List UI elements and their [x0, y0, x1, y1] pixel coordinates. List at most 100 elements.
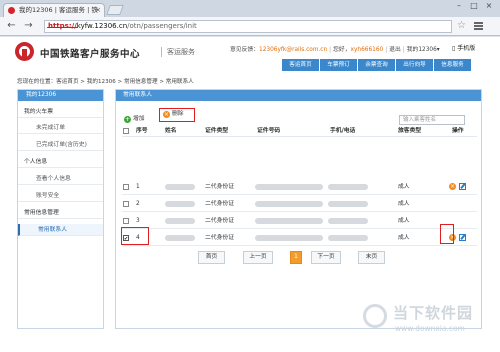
tab-close-icon[interactable]: ×: [95, 4, 101, 16]
table-row[interactable]: 2 二代身份证 成人: [122, 196, 477, 212]
row-checkbox[interactable]: [123, 218, 129, 224]
edit-row-icon[interactable]: [459, 234, 466, 241]
sidebar-title: 我的12306: [18, 90, 103, 101]
watermark-logo: [363, 304, 387, 328]
redacted-name: [165, 184, 195, 190]
last-page-button[interactable]: 末页: [358, 251, 385, 264]
sidebar-item-account-security[interactable]: 账号安全: [18, 190, 103, 202]
col-id-number: 证件号码: [257, 128, 281, 134]
first-page-button[interactable]: 首页: [198, 251, 225, 264]
panel-title: 常用联系人: [116, 90, 481, 101]
bookmark-star-icon[interactable]: ☆: [457, 20, 466, 31]
nav-ticket-query[interactable]: 余票查询: [358, 59, 395, 71]
redacted-id-number: [255, 218, 323, 224]
sidebar-group-my-tickets[interactable]: 我的火车票: [18, 106, 103, 118]
nav-info-service[interactable]: 信息服务: [434, 59, 471, 71]
feedback-email-link[interactable]: 12306yfk@rails.com.cn: [259, 47, 327, 53]
sidebar-group-personal-info[interactable]: 个人信息: [18, 156, 103, 168]
delete-contact-button[interactable]: × 删除: [159, 108, 195, 122]
web-page: 中国铁路客户服务中心 客运服务 意见反馈：12306yfk@rails.com.…: [0, 37, 500, 352]
back-arrow-icon[interactable]: ←: [5, 20, 18, 33]
prev-page-button[interactable]: 上一页: [243, 251, 273, 264]
table-row[interactable]: 4 二代身份证 成人 ×: [122, 230, 477, 247]
address-bar: ← → https://kyfw.12306.cn/otn/passengers…: [0, 17, 500, 36]
table-header: 序号 姓名 证件类型 证件号码 手机/电话 旅客类型 操作: [122, 126, 477, 137]
nav-home[interactable]: 客运首页: [282, 59, 319, 71]
minimize-button[interactable]: –: [452, 1, 466, 10]
tab-title: 我的12306 | 客运服务 | 铁: [19, 6, 98, 14]
row-passenger-type: 成人: [398, 201, 410, 207]
redacted-id-number: [255, 235, 323, 241]
row-id-type: 二代身份证: [205, 235, 234, 241]
tab-bar: 我的12306 | 客运服务 | 铁 × – □ ×: [0, 0, 500, 17]
row-passenger-type: 成人: [398, 184, 410, 190]
row-index: 1: [136, 184, 140, 190]
current-page[interactable]: 1: [290, 251, 302, 264]
url-field[interactable]: https://kyfw.12306.cn/otn/passengers/ini…: [44, 20, 452, 33]
row-id-type: 二代身份证: [205, 201, 234, 207]
url-host: kyfw.12306.cn: [76, 22, 128, 30]
col-id-type: 证件类型: [205, 128, 229, 134]
col-phone: 手机/电话: [330, 128, 356, 134]
url-protocol: https://: [48, 22, 77, 30]
sidebar-item-view-profile[interactable]: 查看个人信息: [18, 173, 103, 185]
site-subtitle: 客运服务: [161, 47, 195, 57]
delete-row-icon[interactable]: ×: [449, 183, 456, 190]
forward-arrow-icon[interactable]: →: [22, 20, 35, 33]
col-name: 姓名: [165, 128, 177, 134]
username-link[interactable]: xyh666160: [351, 47, 384, 53]
browser-tab[interactable]: 我的12306 | 客运服务 | 铁 ×: [3, 3, 105, 17]
row-checkbox[interactable]: [123, 201, 129, 207]
add-contact-button[interactable]: + 增加: [124, 113, 145, 123]
plus-icon: +: [124, 116, 131, 123]
edit-row-icon[interactable]: [459, 183, 466, 190]
row-id-type: 二代身份证: [205, 184, 234, 190]
sidebar-group-common-info[interactable]: 常用信息管理: [18, 207, 103, 219]
delete-icon: ×: [163, 111, 170, 118]
delete-action-highlight: [440, 224, 454, 244]
col-passenger-type: 旅客类型: [398, 128, 422, 134]
railway-logo-icon[interactable]: [15, 42, 34, 61]
logout-link[interactable]: 退出: [389, 47, 401, 53]
next-page-button[interactable]: 下一页: [311, 251, 341, 264]
menu-icon[interactable]: [474, 22, 483, 30]
redacted-id-number: [255, 184, 323, 190]
maximize-button[interactable]: □: [467, 1, 481, 10]
table-row[interactable]: 3 二代身份证 成人: [122, 213, 477, 229]
railway-favicon-icon: [8, 7, 15, 14]
sidebar-item-finished-orders[interactable]: 已完成订单(含历史): [18, 139, 103, 151]
selected-row-highlight: [121, 227, 149, 245]
my12306-dropdown[interactable]: 我的12306▾: [407, 47, 440, 53]
watermark-text: 当下软件园: [393, 304, 474, 322]
nav-travel-guide[interactable]: 出行向导: [396, 59, 433, 71]
browser-window: 我的12306 | 客运服务 | 铁 × – □ × ← → https://k…: [0, 0, 500, 352]
main-nav: 客运首页 车票预订 余票查询 出行向导 信息服务: [282, 59, 471, 71]
top-links: 意见反馈：12306yfk@rails.com.cn | 您好，xyh666160 |…: [230, 47, 440, 53]
redacted-phone: [328, 184, 368, 190]
redacted-name: [165, 235, 195, 241]
row-checkbox[interactable]: [123, 184, 129, 190]
redacted-phone: [328, 235, 368, 241]
row-passenger-type: 成人: [398, 235, 410, 241]
redacted-id-number: [255, 201, 323, 207]
redacted-name: [165, 218, 195, 224]
url-path: /otn/passengers/init: [127, 22, 197, 30]
site-name: 中国铁路客户服务中心: [40, 49, 141, 60]
site-header: 中国铁路客户服务中心 客运服务 意见反馈：12306yfk@rails.com.…: [0, 37, 500, 75]
select-all-checkbox[interactable]: [123, 128, 129, 134]
mobile-version-label: 手机版: [457, 45, 476, 52]
add-label: 增加: [133, 116, 145, 122]
breadcrumb: 您现在的位置：客运首页 > 我的12306 > 常用信息管理 > 常用联系人: [17, 79, 194, 85]
mobile-version-link[interactable]: ▯ 手机版: [452, 43, 475, 52]
sidebar-item-contacts[interactable]: 常用联系人: [18, 224, 103, 236]
sidebar-item-unfinished-orders[interactable]: 未完成订单: [18, 122, 103, 134]
new-tab-button[interactable]: [106, 5, 124, 15]
table-row[interactable]: 1 二代身份证 成人 ×: [122, 179, 477, 195]
welcome-text: 您好，: [333, 47, 351, 53]
watermark: 当下软件园 www.downxia.com: [363, 302, 483, 342]
passenger-search-input[interactable]: 输入乘客姓名: [399, 115, 465, 125]
redacted-name: [165, 201, 195, 207]
nav-booking[interactable]: 车票预订: [320, 59, 357, 71]
close-window-button[interactable]: ×: [482, 1, 496, 10]
watermark-url: www.downxia.com: [395, 324, 465, 333]
